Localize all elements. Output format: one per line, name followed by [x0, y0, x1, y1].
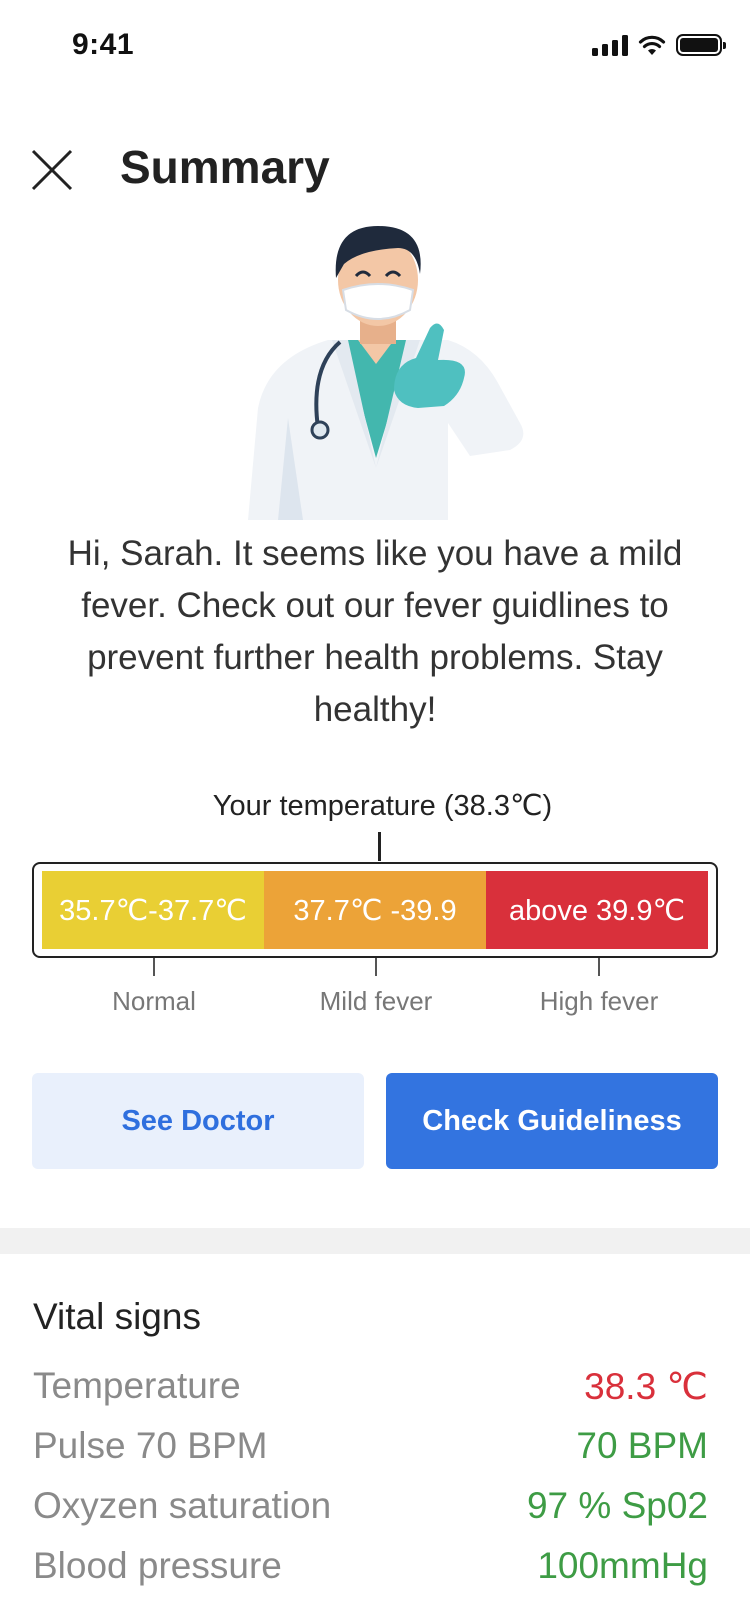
cellular-signal-icon [592, 34, 628, 56]
vital-name: Temperature [33, 1365, 241, 1406]
label-normal: Normal [112, 986, 196, 1016]
wifi-icon [638, 35, 666, 55]
battery-icon [676, 34, 726, 56]
close-icon [31, 149, 73, 191]
temperature-label: Your temperature (38.3℃) [212, 790, 553, 822]
label-mild-fever: Mild fever [319, 986, 433, 1016]
vitals-title: Vital signs [33, 1296, 201, 1337]
section-divider [0, 1228, 750, 1254]
temperature-pointer [378, 832, 381, 861]
close-button[interactable] [30, 148, 74, 192]
temperature-scale: 35.7℃-37.7℃ 37.7℃ -39.9 above 39.9℃ [32, 862, 718, 958]
status-icons [592, 34, 726, 56]
label-high-fever: High fever [539, 986, 659, 1016]
doctor-illustration [248, 226, 524, 520]
vital-row-oxygen-saturation: Oxyzen saturation 97 % Sp02 [33, 1476, 708, 1536]
vital-name: Oxyzen saturation [33, 1485, 332, 1526]
vital-name: Blood pressure [33, 1545, 282, 1586]
vital-value: 38.3 ℃ [584, 1365, 708, 1407]
tick-mild-fever [375, 958, 377, 976]
vital-name: Pulse 70 BPM [33, 1425, 268, 1466]
band-normal: 35.7℃-37.7℃ [42, 871, 264, 949]
vital-value: 100mmHg [537, 1545, 708, 1586]
vital-value: 70 BPM [576, 1425, 708, 1466]
status-time: 9:41 [72, 28, 135, 61]
vital-row-temperature: Temperature 38.3 ℃ [33, 1356, 708, 1416]
summary-message: Hi, Sarah. It seems like you have a mild… [67, 534, 683, 729]
page-title: Summary [120, 141, 330, 193]
vital-row-blood-pressure: Blood pressure 100mmHg [33, 1536, 708, 1596]
vital-row-pulse: Pulse 70 BPM 70 BPM [33, 1416, 708, 1476]
tick-normal [153, 958, 155, 976]
see-doctor-button[interactable]: See Doctor [32, 1073, 364, 1169]
band-high-fever: above 39.9℃ [486, 871, 708, 949]
check-guidelines-button[interactable]: Check Guideliness [386, 1073, 718, 1169]
vital-value: 97 % Sp02 [526, 1485, 708, 1526]
tick-high-fever [598, 958, 600, 976]
band-mild-fever: 37.7℃ -39.9 [264, 871, 486, 949]
status-bar: 9:41 [0, 0, 750, 96]
